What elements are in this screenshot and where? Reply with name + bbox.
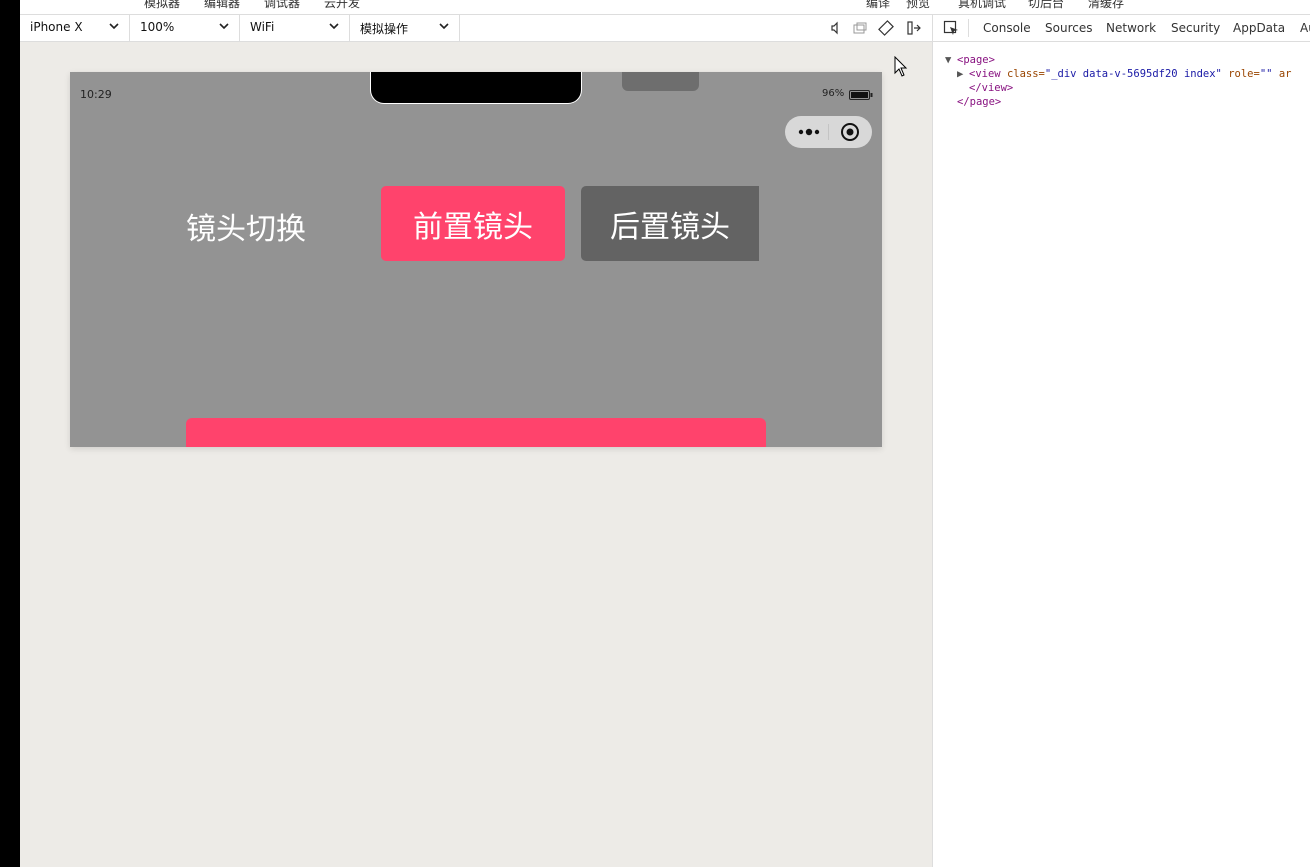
- dom-node-page[interactable]: ▼ <page>: [945, 53, 1291, 67]
- top-menu-bar: 模拟器 编辑器 调试器 云开发 编译 预览 真机调试 切后台 清缓存: [20, 0, 1310, 15]
- collapse-triangle-icon[interactable]: ▶: [957, 67, 969, 81]
- simulator-toolbar-icons: [822, 15, 932, 41]
- phone-screen: 10:29 96% 镜头切换 前置镜头 后置镜头: [70, 72, 882, 447]
- window-edge: [0, 0, 20, 867]
- capsule-divider: [828, 124, 829, 140]
- network-select-label: WiFi: [250, 20, 275, 34]
- tab-appdata[interactable]: AppData: [1233, 21, 1285, 35]
- chevron-down-icon: [439, 23, 449, 30]
- chevron-down-icon: [329, 23, 339, 30]
- tab-audits[interactable]: Au: [1300, 21, 1310, 35]
- tab-security[interactable]: Security: [1171, 21, 1220, 35]
- cursor-icon: [894, 56, 908, 77]
- zoom-select[interactable]: 100%: [130, 15, 240, 41]
- menu-background[interactable]: 切后台: [1028, 0, 1064, 11]
- menu-preview[interactable]: 预览: [906, 0, 930, 11]
- operation-select[interactable]: 模拟操作: [350, 15, 460, 41]
- chevron-down-icon: [219, 23, 229, 30]
- menu-compile[interactable]: 编译: [866, 0, 890, 11]
- rear-camera-button[interactable]: 后置镜头: [581, 186, 759, 261]
- tab-console[interactable]: Console: [983, 21, 1031, 35]
- operation-select-label: 模拟操作: [360, 22, 409, 36]
- window-icon[interactable]: [852, 20, 868, 36]
- dock-icon[interactable]: [906, 20, 922, 36]
- front-camera-button[interactable]: 前置镜头: [381, 186, 565, 261]
- phone-notch: [370, 72, 582, 104]
- device-select[interactable]: iPhone X: [20, 15, 130, 41]
- zoom-select-label: 100%: [140, 20, 175, 34]
- battery-icon: [849, 90, 873, 100]
- dom-node-view-close: </view>: [969, 82, 1014, 94]
- inspect-icon[interactable]: [943, 20, 959, 36]
- status-time: 10:29: [80, 88, 112, 101]
- rotate-icon[interactable]: [878, 20, 894, 36]
- device-select-label: iPhone X: [30, 20, 83, 34]
- dom-node-page-close: </page>: [957, 96, 1002, 108]
- tab-network[interactable]: Network: [1106, 21, 1156, 35]
- menu-clear-cache[interactable]: 清缓存: [1088, 0, 1124, 11]
- more-icon[interactable]: [797, 125, 821, 139]
- tab-separator: [968, 19, 969, 37]
- chevron-down-icon: [109, 23, 119, 30]
- bottom-action-button[interactable]: [186, 418, 766, 447]
- target-icon[interactable]: [840, 122, 860, 142]
- menu-editor[interactable]: 编辑器: [204, 0, 240, 11]
- battery-percent: 96%: [822, 88, 845, 99]
- network-select[interactable]: WiFi: [240, 15, 350, 41]
- menu-cloud[interactable]: 云开发: [324, 0, 360, 11]
- devtools-panel: Console Sources Network Security AppData…: [932, 15, 1310, 867]
- lens-switch-label: 镜头切换: [186, 212, 306, 247]
- menu-debugger[interactable]: 调试器: [264, 0, 300, 11]
- expand-triangle-icon[interactable]: ▼: [945, 53, 957, 67]
- dom-node-view[interactable]: ▶ <view class="_div data-v-5695df20 index…: [945, 67, 1291, 81]
- tab-sources[interactable]: Sources: [1045, 21, 1092, 35]
- simulator-toolbar: iPhone X 100% WiFi 模拟操作: [20, 15, 932, 42]
- volume-icon[interactable]: [828, 20, 844, 36]
- menu-simulator[interactable]: 模拟器: [144, 0, 180, 11]
- ghost-tab: [622, 72, 699, 91]
- devtools-tabs: Console Sources Network Security AppData…: [933, 15, 1310, 42]
- dom-tree: ▼ <page> ▶ <view class="_div data-v-5695df…: [945, 53, 1291, 109]
- menu-remote-debug[interactable]: 真机调试: [958, 0, 1006, 11]
- menu-capsule: [785, 116, 872, 148]
